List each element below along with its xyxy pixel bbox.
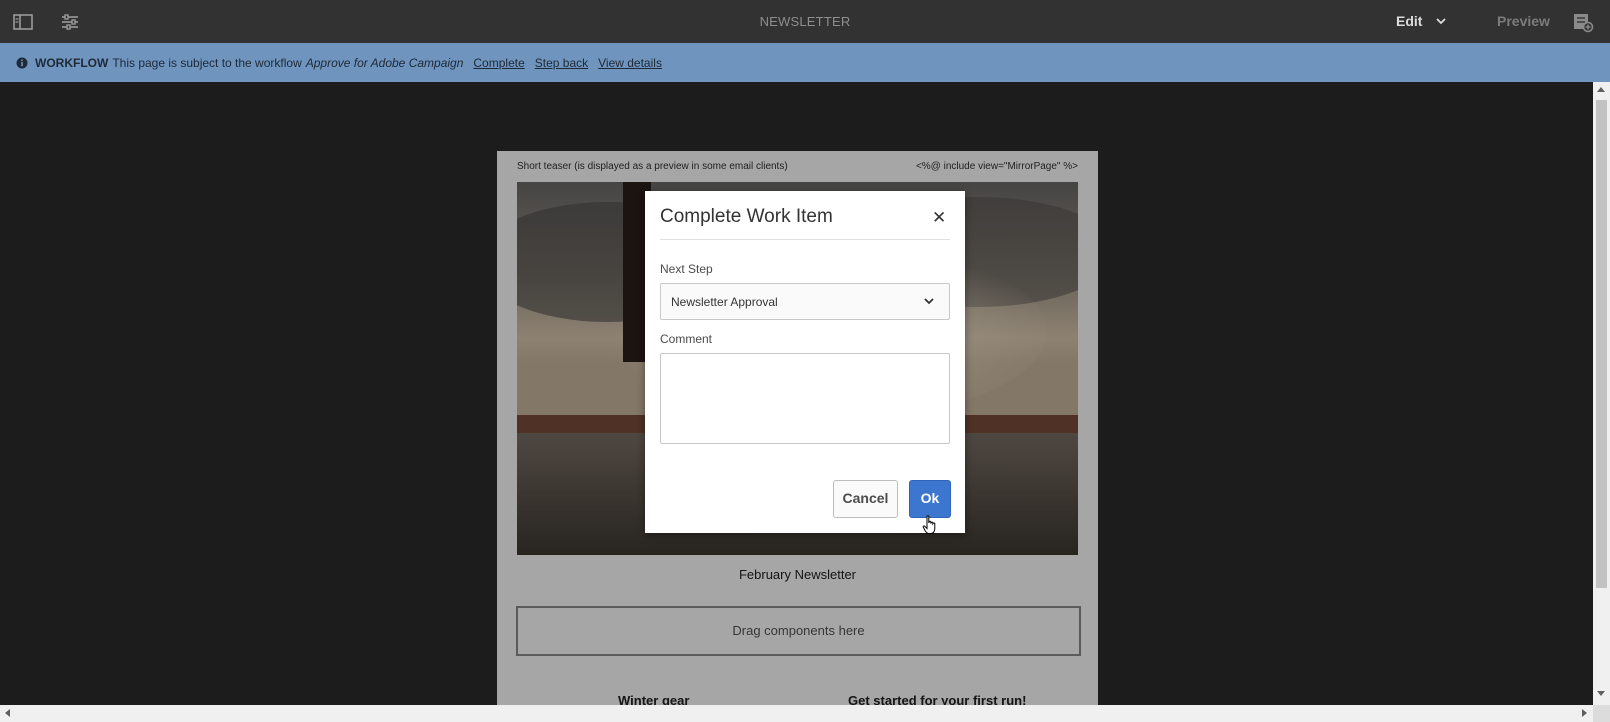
workflow-label: WORKFLOW [35, 55, 109, 70]
chevron-down-icon [924, 298, 934, 305]
page-title: NEWSLETTER [759, 14, 851, 29]
vertical-scrollbar[interactable] [1593, 82, 1610, 705]
annotations-icon[interactable] [1572, 11, 1594, 33]
scrollbar-corner [1593, 705, 1610, 722]
comment-field[interactable] [660, 353, 950, 444]
preview-button[interactable]: Preview [1497, 13, 1550, 29]
next-step-select[interactable]: Newsletter Approval [660, 283, 950, 320]
step-back-link[interactable]: Step back [535, 56, 588, 70]
comment-label: Comment [660, 332, 713, 346]
complete-link[interactable]: Complete [473, 56, 524, 70]
info-icon [16, 57, 28, 68]
mode-selector[interactable]: Edit [1396, 13, 1447, 29]
dialog-divider [660, 239, 950, 240]
top-toolbar: NEWSLETTER Edit Preview [0, 0, 1610, 43]
ok-button[interactable]: Ok [909, 480, 951, 518]
next-step-label: Next Step [660, 262, 713, 276]
next-step-value: Newsletter Approval [671, 295, 778, 309]
vertical-scrollbar-thumb[interactable] [1596, 100, 1607, 588]
dialog-title: Complete Work Item [660, 206, 833, 227]
close-icon[interactable]: ✕ [932, 208, 946, 228]
cancel-button[interactable]: Cancel [833, 480, 898, 518]
horizontal-scrollbar[interactable] [0, 705, 1593, 722]
complete-work-item-dialog: Complete Work Item ✕ Next Step Newslette… [645, 191, 965, 533]
workflow-name: Approve for Adobe Campaign [305, 55, 464, 70]
workflow-text: This page is subject to the workflow [112, 55, 302, 70]
workflow-bar: WORKFLOW This page is subject to the wor… [0, 43, 1610, 82]
hand-cursor-icon [922, 515, 938, 540]
view-details-link[interactable]: View details [598, 56, 662, 70]
chevron-down-icon [1436, 18, 1447, 25]
edit-label: Edit [1396, 13, 1423, 29]
